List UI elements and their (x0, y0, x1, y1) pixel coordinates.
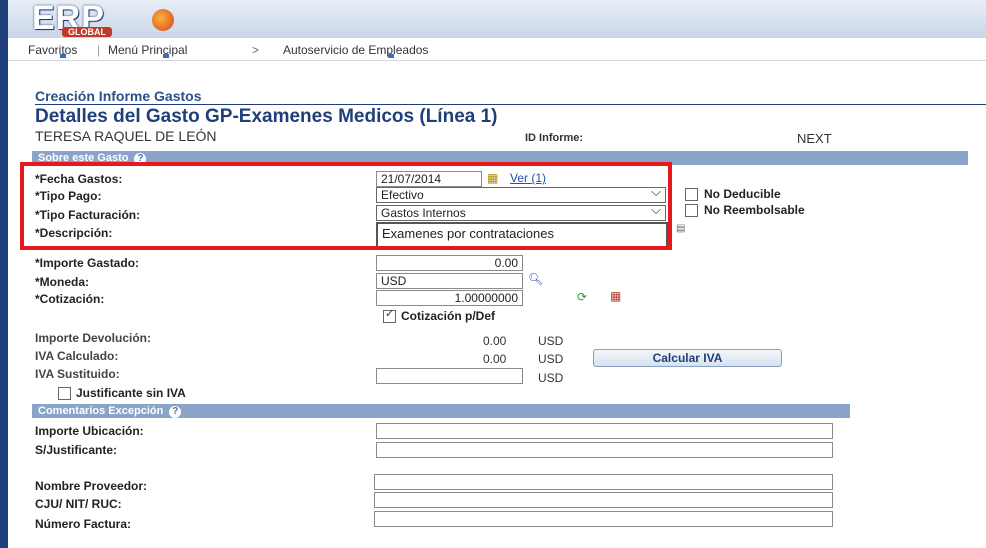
no-reembolsable-checkbox[interactable] (685, 204, 698, 217)
iva-sustituido-input[interactable] (376, 368, 523, 384)
moneda-input[interactable]: USD (376, 273, 523, 289)
tipo-pago-select[interactable]: Efectivo ⌵ (376, 184, 666, 203)
fecha-label: *Fecha Gastos: (35, 172, 123, 186)
cotizacion-def-label: Cotización p/Def (401, 309, 496, 323)
employee-name: TERESA RAQUEL DE LEÓN (35, 128, 217, 144)
tipo-pago-label: *Tipo Pago: (35, 189, 102, 203)
nav-separator: | (97, 43, 101, 57)
descripcion-label: *Descripción: (35, 226, 113, 240)
page-subtitle: Detalles del Gasto GP-Examenes Medicos (… (35, 106, 498, 127)
calcular-iva-button[interactable]: Calcular IVA (593, 349, 782, 367)
section-comentarios-excepcion: Comentarios Excepción? (32, 404, 850, 418)
descripcion-input[interactable]: Examenes por contrataciones (376, 222, 668, 248)
cotizacion-def-checkbox[interactable]: ✓ (383, 308, 396, 323)
importe-gastado-label: *Importe Gastado: (35, 256, 140, 270)
numero-factura-label: Número Factura: (35, 517, 132, 531)
sjustificante-label: S/Justificante: (35, 443, 118, 457)
cotizacion-input[interactable]: 1.00000000 (376, 290, 523, 306)
header-bar: ERP GLOBAL (8, 0, 986, 38)
chevron-down-icon: ⌵ (651, 184, 661, 199)
logo-swirl-icon (152, 9, 174, 31)
title-underline (35, 104, 986, 105)
importe-ubicacion-label: Importe Ubicación: (35, 424, 144, 438)
help-icon[interactable]: ? (134, 153, 147, 165)
devolucion-label: Importe Devolución: (35, 331, 152, 345)
justificante-sin-iva-checkbox[interactable] (58, 387, 71, 400)
app-window: ERP GLOBAL Favoritos | Menú Principal > … (0, 0, 986, 548)
no-deducible-label: No Deducible (704, 187, 781, 201)
nit-input[interactable] (374, 492, 833, 508)
id-informe-value: NEXT (797, 131, 832, 146)
cotizacion-label: *Cotización: (35, 292, 105, 306)
tipo-facturacion-select[interactable]: Gastos Internos ⌵ (376, 202, 666, 221)
tipo-pago-value: Efectivo (381, 188, 424, 202)
iva-sustituido-label: IVA Sustituido: (35, 367, 120, 381)
calendar-icon[interactable]: ▦ (487, 171, 498, 185)
ver-link[interactable]: Ver (1) (510, 171, 546, 185)
no-deducible-checkbox[interactable] (685, 188, 698, 201)
breadcrumb: Favoritos | Menú Principal > Autoservici… (8, 38, 986, 61)
importe-ubicacion-input[interactable] (376, 423, 833, 439)
fecha-input[interactable]: 21/07/2014 (376, 171, 482, 187)
menu-dropdown-icon[interactable] (163, 54, 169, 58)
tipo-facturacion-value: Gastos Internos (381, 206, 466, 220)
justificante-sin-iva-label: Justificante sin IVA (76, 386, 186, 400)
importe-gastado-input[interactable]: 0.00 (376, 255, 523, 271)
logo-subtext: GLOBAL (62, 27, 112, 37)
nit-label: CJU/ NIT/ RUC: (35, 497, 122, 511)
nav-arrow: > (252, 43, 260, 57)
chevron-down-icon: ⌵ (651, 202, 661, 217)
search-icon[interactable]: 🔍︎ (528, 272, 543, 286)
help-icon[interactable]: ? (169, 406, 182, 418)
devolucion-currency: USD (538, 334, 564, 348)
spellcheck-icon[interactable]: ▤ (676, 223, 685, 234)
moneda-label: *Moneda: (35, 275, 89, 289)
numero-factura-input[interactable] (374, 511, 833, 527)
refresh-icon[interactable]: ⟳ (577, 290, 587, 304)
iva-calculado-value: 0.00 (483, 352, 507, 366)
nombre-proveedor-input[interactable] (374, 474, 833, 490)
devolucion-value: 0.00 (483, 334, 507, 348)
calculator-icon[interactable]: ▦ (610, 289, 621, 303)
autoservicio-dropdown-icon[interactable] (388, 54, 394, 58)
page-title: Creación Informe Gastos (35, 88, 202, 104)
nombre-proveedor-label: Nombre Proveedor: (35, 479, 148, 493)
nav-menu-principal[interactable]: Menú Principal (108, 43, 187, 57)
favoritos-dropdown-icon[interactable] (60, 54, 66, 58)
left-edge-bar (0, 0, 8, 548)
section-title: Sobre este Gasto (38, 152, 129, 164)
section-title: Comentarios Excepción (38, 405, 164, 417)
no-reembolsable-label: No Reembolsable (704, 203, 805, 217)
nav-autoservicio[interactable]: Autoservicio de Empleados (283, 43, 428, 57)
tipo-facturacion-label: *Tipo Facturación: (35, 208, 141, 222)
iva-calculado-currency: USD (538, 352, 564, 366)
id-informe-label: ID Informe: (525, 132, 584, 144)
section-sobre-gasto: Sobre este Gasto? (32, 151, 968, 165)
iva-calculado-label: IVA Calculado: (35, 349, 119, 363)
nav-favoritos[interactable]: Favoritos (28, 43, 77, 57)
sjustificante-input[interactable] (376, 442, 833, 458)
iva-sustituido-currency: USD (538, 371, 564, 385)
erp-logo: ERP GLOBAL (32, 0, 182, 37)
